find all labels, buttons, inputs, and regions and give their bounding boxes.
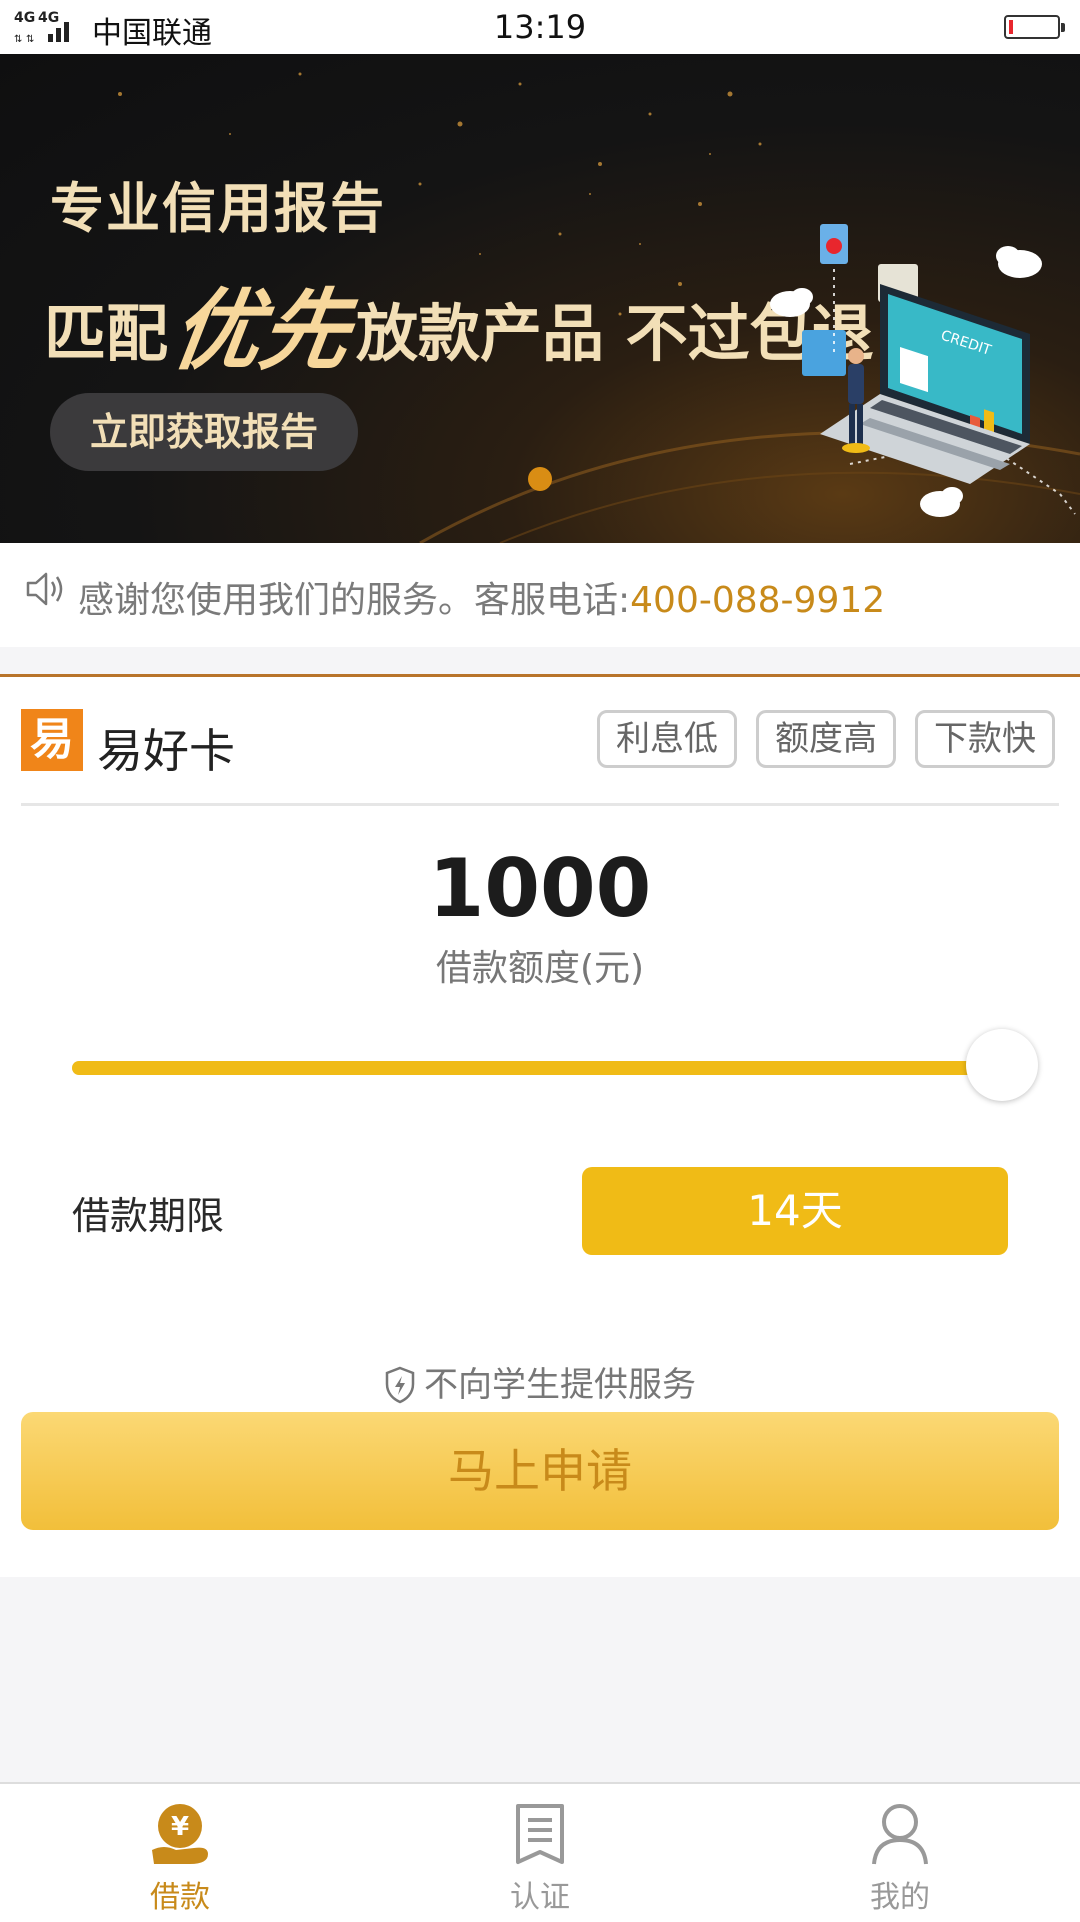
notice-text: 感谢您使用我们的服务。客服电话:400-088-9912 [78,571,885,623]
clock: 13:19 [493,8,587,46]
battery-icon [1004,15,1065,39]
tab-label: 我的 [870,1880,930,1915]
loan-amount-value: 1000 [428,842,652,935]
tag-low-interest: 利息低 [597,710,737,768]
tab-mine[interactable]: 我的 [800,1784,1000,1922]
banner-subheadline: 匹配优先放款产品 不过包退 [44,254,874,382]
amount-slider-handle[interactable] [966,1029,1038,1101]
loan-yen-icon: ¥ [152,1804,208,1864]
promo-banner[interactable]: 专业信用报告 匹配优先放款产品 不过包退 立即获取报告 CREDIT [0,54,1080,543]
product-name: 易好卡 [97,724,235,778]
status-bar: 4G 4G ⇅ ⇅ 中国联通 13:19 [0,0,1080,54]
student-notice-text: 不向学生提供服务 [424,1365,696,1405]
notice-bar: 感谢您使用我们的服务。客服电话:400-088-9912 [0,543,1080,647]
product-logo: 易 [21,709,83,771]
banner-headline: 专业信用报告 [50,177,386,240]
user-icon [872,1804,928,1865]
tab-verify[interactable]: 认证 [440,1784,640,1922]
tab-label: 借款 [150,1880,210,1915]
loan-term-label: 借款期限 [72,1194,225,1238]
get-report-button[interactable]: 立即获取报告 [50,393,358,471]
banner-highlight: 优先 [165,279,357,382]
laptop-credit-illustration: CREDIT [770,224,1076,517]
apply-now-button[interactable]: 马上申请 [21,1412,1059,1530]
notice-message: 感谢您使用我们的服务。客服电话: [78,580,631,621]
service-phone-link[interactable]: 400-088-9912 [630,580,885,621]
document-icon [516,1804,564,1864]
loan-product-card: 易 易好卡 利息低 额度高 下款快 1000 借款额度(元) 借款期限 14天 … [0,674,1080,1577]
speaker-icon [26,572,63,606]
tab-loan[interactable]: ¥ 借款 [80,1784,280,1922]
carousel-indicator[interactable] [528,467,552,491]
loan-term-selector[interactable]: 14天 [582,1167,1008,1255]
banner-subheadline-prefix: 匹配 [44,297,169,370]
shield-icon [385,1366,415,1404]
tab-label: 认证 [510,1880,570,1915]
student-notice: 不向学生提供服务 [0,1357,1080,1406]
amount-slider-fill [72,1061,1002,1075]
svg-text:¥: ¥ [171,1812,189,1842]
divider [21,803,1059,806]
amount-slider-track[interactable] [72,1061,1002,1075]
tag-fast-payout: 下款快 [915,710,1055,768]
tag-high-limit: 额度高 [756,710,896,768]
bottom-tab-bar: ¥ 借款 认证 我的 [0,1782,1080,1922]
loan-amount-label: 借款额度(元) [435,948,645,989]
